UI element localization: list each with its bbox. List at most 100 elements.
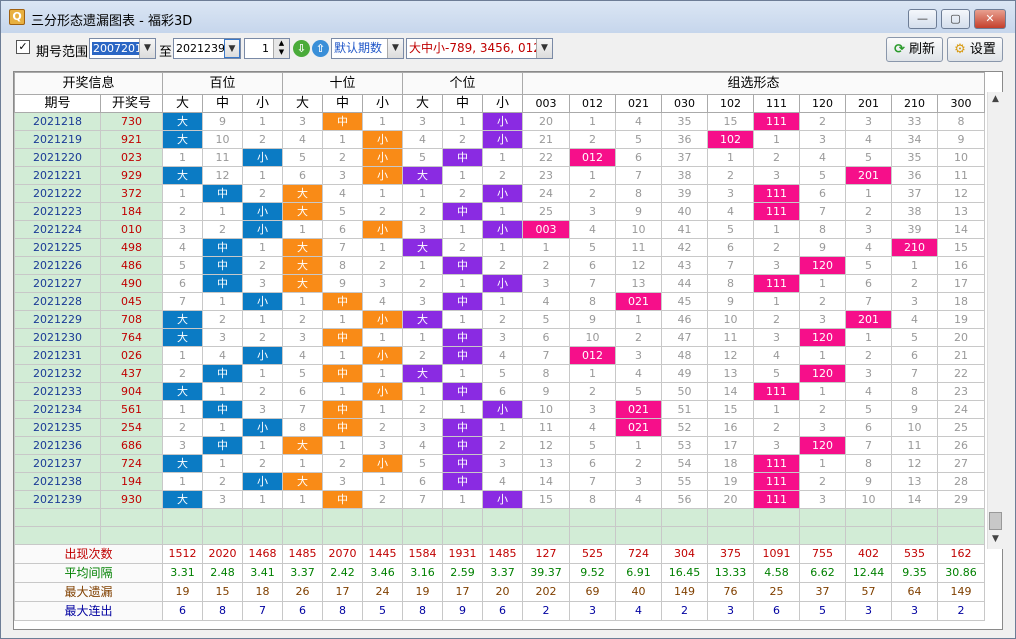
- table-row[interactable]: 2021238 194 1 2 小大 3 1 6 中 4 14 7 3 55 19 111 2 9 13 28: [14, 472, 985, 491]
- omission-cell: 37: [661, 148, 708, 167]
- table-row[interactable]: 2021233 904 大 1 2 6 1 小 1 中 6 9 2 5 50 14 111 1 4 8 23: [14, 382, 985, 401]
- hit-cell: 大: [402, 310, 443, 329]
- stat-value: 9: [442, 601, 483, 621]
- scroll-thumb[interactable]: [989, 512, 1002, 530]
- table-row[interactable]: 2021237 724 大 1 2 1 2 小 5 中 3 13 6 2 54 18 111 1 8 12 27: [14, 454, 985, 473]
- table-row[interactable]: 2021227 490 6 中 3 大 9 3 2 1 小 3 7 13 44 8 111 1 6 2 17: [14, 274, 985, 293]
- empty-cell: [14, 508, 101, 527]
- step-spinner[interactable]: 1 ▲ ▼: [244, 38, 290, 59]
- table-row[interactable]: 2021231 026 1 4 小 4 1 小 2 中 4 7 012 3 48 12 4 1 2 6 21: [14, 346, 985, 365]
- omission-cell: 4: [402, 130, 443, 149]
- stat-value: 6: [282, 601, 323, 621]
- scroll-up-icon[interactable]: ▲: [988, 92, 1003, 107]
- omission-cell: 45: [661, 292, 708, 311]
- table-row[interactable]: 2021232 437 2 中 1 5 中 1 大 1 5 8 1 4 49 13 5 120 3 7 22: [14, 364, 985, 383]
- table-row[interactable]: 2021234 561 1 中 3 7 中 1 2 1 小 10 3 021 51 15 1 2 5 9 24: [14, 400, 985, 419]
- table-row[interactable]: 2021235 254 2 1 小 8 中 2 3 中 1 11 4 021 52 16 2 3 6 10 25: [14, 418, 985, 437]
- omission-cell: 3: [202, 328, 243, 347]
- table-row[interactable]: 2021228 045 7 1 小 1 中 4 3 中 1 4 8 021 45 9 1 2 7 3 18: [14, 292, 985, 311]
- empty-cell: [442, 526, 483, 545]
- stat-value: 25: [753, 582, 800, 602]
- omission-cell: 2: [202, 220, 243, 239]
- omission-cell: 4: [362, 292, 403, 311]
- refresh-button[interactable]: ⟳ 刷新: [886, 37, 943, 62]
- column-header-issue: 期号: [14, 94, 101, 113]
- omission-cell: 3: [402, 112, 443, 131]
- empty-cell: [799, 508, 846, 527]
- omission-cell: 36: [661, 130, 708, 149]
- table-row[interactable]: 2021230 764 大 3 2 3 中 1 1 中 3 6 10 2 47 11 3 120 1 5 20: [14, 328, 985, 347]
- table-row[interactable]: 2021218 730 大 9 1 3 中 1 3 1 小 20 1 4 35 15 111 2 3 33 8: [14, 112, 985, 131]
- omission-cell: 1: [845, 184, 892, 203]
- omission-cell: 2: [362, 256, 403, 275]
- upload-blue-icon[interactable]: ⇧: [312, 40, 329, 57]
- omission-cell: 7: [569, 472, 616, 491]
- table-row[interactable]: 2021229 708 大 2 1 2 1 小大 1 2 5 9 1 46 10 2 3 201 4 19: [14, 310, 985, 329]
- table-row[interactable]: 2021239 930 大 3 1 1 中 2 7 1 小 15 8 4 56 20 111 3 10 14 29: [14, 490, 985, 509]
- chevron-down-icon: ▼: [387, 39, 403, 58]
- table-row[interactable]: 2021219 921 大 10 2 4 1 小 4 2 小 21 2 5 36 102 1 3 4 34 9: [14, 130, 985, 149]
- stat-value: 24: [362, 582, 403, 602]
- omission-cell: 1: [242, 436, 283, 455]
- hit-cell: 大: [162, 454, 203, 473]
- omission-cell: 15: [937, 238, 985, 257]
- draw-number-cell: 184: [100, 202, 163, 221]
- download-green-icon[interactable]: ⇩: [293, 40, 310, 57]
- stat-value: 724: [615, 544, 662, 564]
- omission-cell: 25: [522, 202, 570, 221]
- table-row[interactable]: 2021223 184 2 1 小大 5 2 2 中 1 25 3 9 40 4 111 7 2 38 13: [14, 202, 985, 221]
- close-button[interactable]: ✕: [974, 9, 1006, 29]
- stat-value: 3.31: [162, 563, 203, 583]
- issue-cell: 2021225: [14, 238, 101, 257]
- table-row[interactable]: 2021225 498 4 中 1 大 7 1 大 2 1 1 5 11 42 6 2 9 4 210 15: [14, 238, 985, 257]
- stat-value: 57: [845, 582, 892, 602]
- omission-cell: 1: [202, 202, 243, 221]
- omission-cell: 15: [707, 112, 754, 131]
- omission-cell: 10: [615, 220, 662, 239]
- table-row[interactable]: 2021221 929 大 12 1 6 3 小大 1 2 23 1 7 38 2 3 5 201 36 11: [14, 166, 985, 185]
- form-hit-cell: 111: [753, 454, 800, 473]
- stat-value: 149: [661, 582, 708, 602]
- table-row[interactable]: 2021220 023 1 11 小 5 2 小 5 中 1 22 012 6 37 1 2 4 5 35 10: [14, 148, 985, 167]
- settings-button[interactable]: ⚙ 设置: [947, 37, 1003, 62]
- omission-cell: 4: [162, 238, 203, 257]
- from-issue-combo[interactable]: 2007201 ▼: [89, 38, 156, 59]
- period-combo[interactable]: 默认期数 ▼: [331, 38, 404, 59]
- omission-cell: 1: [322, 436, 363, 455]
- omission-cell: 5: [753, 364, 800, 383]
- table-row[interactable]: 2021226 486 5 中 2 大 8 2 1 中 2 2 6 12 43 7 3 120 5 1 16: [14, 256, 985, 275]
- column-header-position: 小: [242, 94, 283, 113]
- table-row[interactable]: 2021224 010 3 2 小 1 6 小 3 1 小 003 4 10 41 5 1 8 3 39 14: [14, 220, 985, 239]
- column-header-form: 111: [753, 94, 800, 113]
- vertical-scrollbar[interactable]: ▲ ▼: [987, 92, 1003, 549]
- up-down-icon[interactable]: ▲ ▼: [273, 39, 289, 58]
- stat-value: 375: [707, 544, 754, 564]
- omission-cell: 11: [707, 328, 754, 347]
- to-issue-combo[interactable]: 2021239 ▼: [173, 38, 241, 59]
- minimize-button[interactable]: —: [908, 9, 937, 29]
- scroll-down-icon[interactable]: ▼: [988, 532, 1003, 547]
- form-hit-cell: 210: [891, 238, 938, 257]
- stat-value: 755: [799, 544, 846, 564]
- omission-cell: 2: [162, 418, 203, 437]
- hit-cell: 小: [482, 490, 523, 509]
- omission-cell: 2: [522, 256, 570, 275]
- empty-cell: [482, 526, 523, 545]
- table-row[interactable]: 2021222 372 1 中 2 大 4 1 1 2 小 24 2 8 39 3 111 6 1 37 12: [14, 184, 985, 203]
- omission-cell: 35: [891, 148, 938, 167]
- table-row[interactable]: 2021236 686 3 中 1 大 1 3 4 中 2 12 5 1 53 17 3 120 7 11 26: [14, 436, 985, 455]
- form-hit-cell: 021: [615, 292, 662, 311]
- stat-value: 3: [569, 601, 616, 621]
- filter-combo[interactable]: 大中小-789, 3456, 012 ▼: [406, 38, 553, 59]
- omission-cell: 20: [937, 328, 985, 347]
- omission-cell: 3: [891, 292, 938, 311]
- column-header-number: 开奖号: [100, 94, 163, 113]
- omission-cell: 2: [569, 130, 616, 149]
- omission-cell: 1: [707, 148, 754, 167]
- empty-cell: [100, 526, 163, 545]
- range-checkbox[interactable]: ✓: [16, 40, 30, 54]
- maximize-button[interactable]: ▢: [941, 9, 970, 29]
- hit-cell: 大: [162, 328, 203, 347]
- draw-number-cell: 708: [100, 310, 163, 329]
- omission-cell: 7: [845, 292, 892, 311]
